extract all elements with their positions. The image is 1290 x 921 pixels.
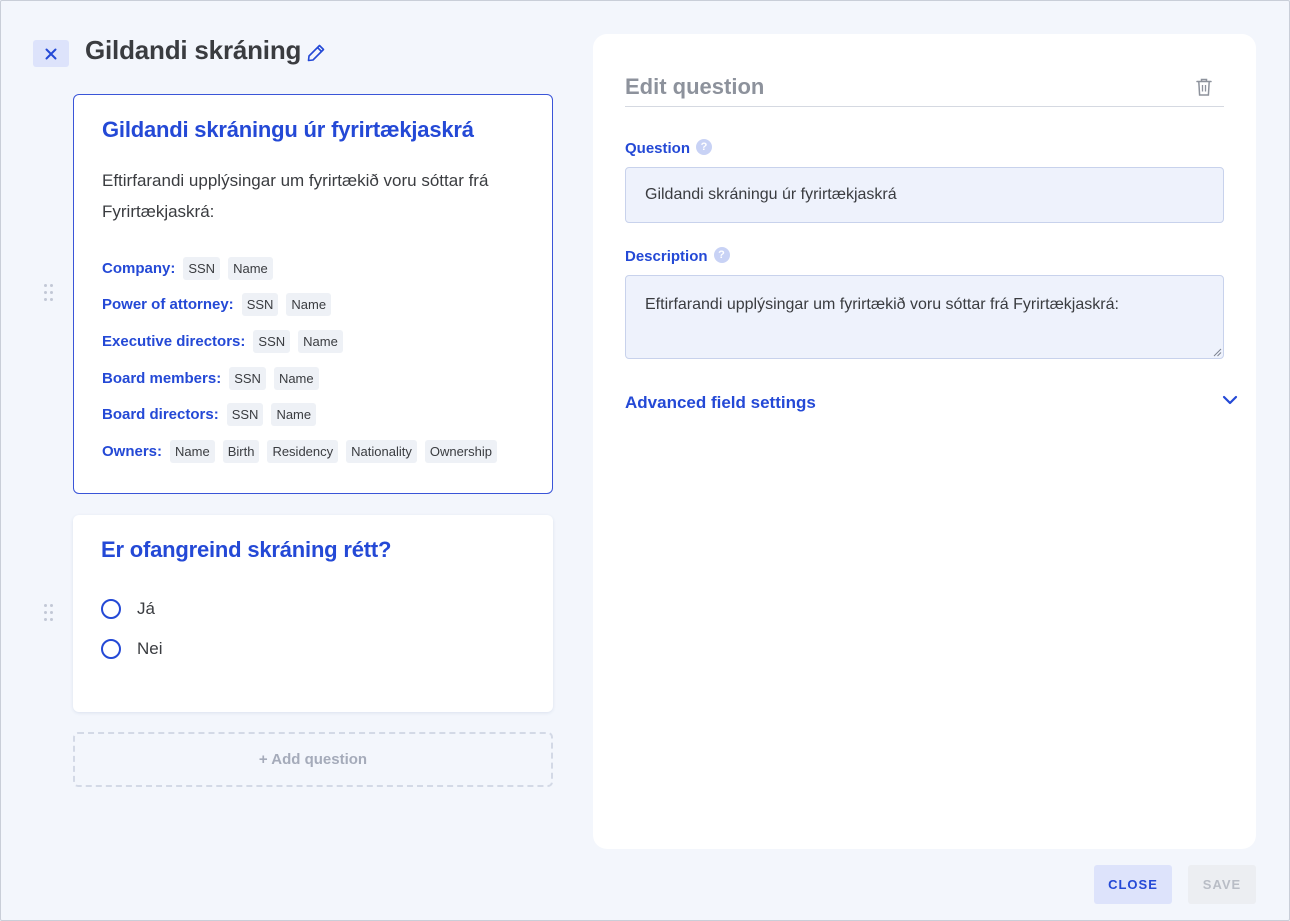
radio-button[interactable] — [101, 639, 121, 659]
registration-row-board-members: Board members: SSN Name — [102, 365, 327, 391]
pencil-icon[interactable] — [306, 43, 326, 63]
field-chip: Ownership — [424, 439, 497, 463]
registration-row-board-directors: Board directors: SSN Name — [102, 401, 324, 427]
close-x-button[interactable] — [33, 40, 69, 67]
field-chip: Name — [298, 329, 343, 353]
radio-label: Nei — [137, 639, 163, 658]
radio-label: Já — [137, 599, 155, 618]
help-icon[interactable]: ? — [713, 246, 730, 263]
question-input[interactable]: Gildandi skráningu úr fyrirtækjaskrá — [625, 167, 1224, 223]
radio-option-nei[interactable]: Nei — [101, 639, 163, 659]
field-chip: SSN — [229, 366, 266, 390]
row-label: Board directors: — [102, 405, 219, 423]
card-title: Gildandi skráningu úr fyrirtækjaskrá — [102, 117, 474, 142]
radio-button[interactable] — [101, 599, 121, 619]
add-question-button[interactable]: + Add question — [73, 732, 553, 787]
advanced-settings-toggle[interactable]: Advanced field settings — [625, 393, 816, 413]
help-icon[interactable]: ? — [696, 138, 713, 155]
row-label: Power of attorney: — [102, 295, 234, 313]
question-label-text: Question — [625, 140, 691, 157]
field-chip: Name — [286, 292, 332, 316]
question-label: Question ? — [625, 138, 713, 157]
card-title: Er ofangreind skráning rétt? — [101, 537, 392, 562]
field-chip: Name — [170, 439, 215, 463]
description-textarea[interactable]: Eftirfarandi upplýsingar um fyrirtækið v… — [625, 275, 1224, 359]
question-card-confirm[interactable]: Er ofangreind skráning rétt? Já Nei — [73, 515, 553, 712]
field-chip: Name — [273, 366, 319, 390]
field-chip: SSN — [241, 292, 279, 316]
panel-title: Edit question — [625, 74, 765, 99]
chevron-down-icon[interactable] — [1221, 393, 1239, 407]
edit-question-panel: Edit question Question ? Gildandi skráni… — [593, 34, 1256, 849]
description-label: Description ? — [625, 246, 730, 265]
page-title: Gildandi skráning — [85, 35, 302, 65]
row-label: Executive directors: — [102, 332, 246, 350]
registration-row-company: Company: SSN Name — [102, 255, 281, 281]
trash-icon[interactable] — [1195, 77, 1213, 97]
description-label-text: Description — [625, 248, 708, 265]
divider — [625, 106, 1224, 107]
row-label: Owners: — [102, 442, 163, 460]
registration-row-executive-directors: Executive directors: SSN Name — [102, 328, 351, 354]
field-chip: SSN — [253, 329, 291, 353]
row-label: Board members: — [102, 369, 222, 387]
field-chip: Residency — [267, 439, 339, 463]
field-chip: Birth — [222, 439, 260, 463]
field-chip: Name — [228, 256, 273, 280]
field-chip: SSN — [183, 256, 221, 280]
close-button[interactable]: CLOSE — [1094, 865, 1172, 904]
close-icon — [45, 48, 57, 59]
save-button[interactable]: SAVE — [1188, 865, 1256, 904]
resize-grip-icon[interactable] — [1212, 347, 1222, 357]
registration-row-power-of-attorney: Power of attorney: SSN Name — [102, 291, 339, 317]
question-card-registration[interactable]: Gildandi skráningu úr fyrirtækjaskrá Eft… — [73, 94, 553, 494]
card-description: Eftirfarandi upplýsingar um fyrirtækið v… — [102, 171, 489, 221]
drag-handle-icon[interactable] — [44, 604, 56, 624]
field-chip: Name — [271, 402, 317, 426]
field-chip: Nationality — [346, 439, 417, 463]
radio-option-ja[interactable]: Já — [101, 599, 155, 619]
drag-handle-icon[interactable] — [44, 284, 56, 304]
field-chip: SSN — [226, 402, 264, 426]
row-label: Company: — [102, 259, 176, 277]
question-input-value: Gildandi skráningu úr fyrirtækjaskrá — [645, 186, 897, 203]
modal-frame: Gildandi skráning Gildandi skráningu úr … — [0, 0, 1290, 921]
description-textarea-value: Eftirfarandi upplýsingar um fyrirtækið v… — [645, 296, 1119, 313]
registration-row-owners: Owners: Name Birth Residency Nationality… — [102, 438, 505, 464]
